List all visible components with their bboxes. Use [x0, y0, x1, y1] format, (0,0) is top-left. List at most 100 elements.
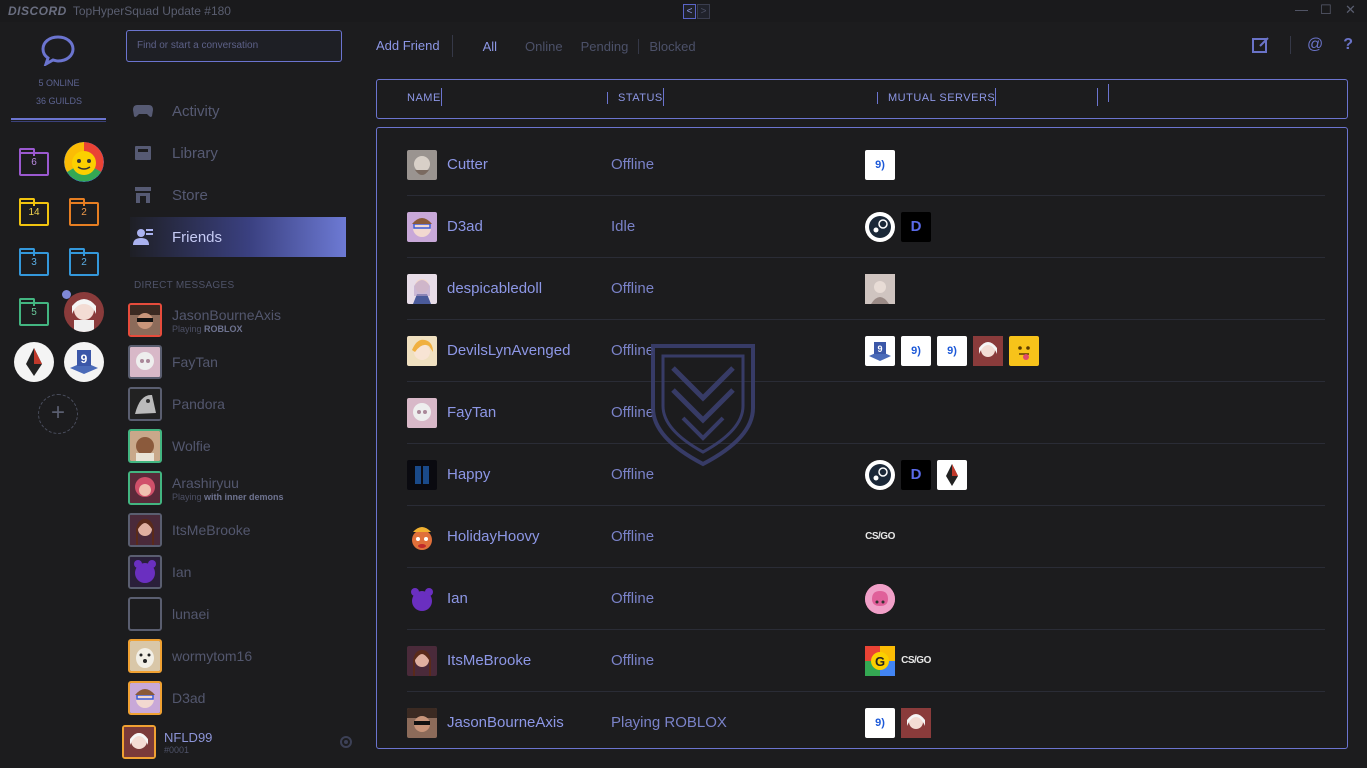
tab-pending[interactable]: Pending	[581, 38, 640, 54]
column-name[interactable]: NAME	[397, 88, 442, 106]
online-count: 5 ONLINE	[38, 78, 80, 88]
friend-row[interactable]: HolidayHoovy Offline CS/GO	[407, 506, 1325, 568]
friend-name: ItsMeBrooke	[447, 652, 532, 669]
dm-item[interactable]: ItsMeBrooke	[128, 510, 348, 550]
mentions-icon[interactable]: @	[1289, 36, 1323, 54]
server-icon-9-alt[interactable]: 9)	[937, 335, 967, 366]
server-icon-9[interactable]: 9)	[865, 149, 895, 180]
add-guild-button[interactable]: +	[38, 394, 78, 434]
dm-item[interactable]: Pandora	[128, 384, 348, 424]
server-icon-9[interactable]: 9)	[865, 707, 895, 738]
avatar[interactable]	[122, 725, 156, 759]
nav-item-friends[interactable]: Friends	[130, 217, 346, 257]
friend-row[interactable]: ItsMeBrooke Offline G CS/GO	[407, 630, 1325, 692]
brain-icon[interactable]	[865, 583, 895, 614]
server-icon-g[interactable]: G	[865, 645, 895, 676]
avatar	[128, 471, 162, 505]
friends-icon	[132, 227, 154, 247]
server-icon-anime[interactable]	[973, 335, 1003, 366]
nav-item-store[interactable]: Store	[130, 175, 346, 215]
friend-name: Cutter	[447, 156, 488, 173]
guild-icon-chrome-face[interactable]	[64, 142, 104, 182]
guild-folder[interactable]: 5	[19, 298, 49, 326]
server-icon-photo[interactable]	[865, 273, 895, 304]
mutual-servers: CS/GO	[865, 521, 895, 552]
friend-row[interactable]: despicabledoll Offline	[407, 258, 1325, 320]
guild-icon-anime[interactable]	[64, 292, 104, 332]
friend-row[interactable]: FayTan Offline	[407, 382, 1325, 444]
search-input[interactable]: Find or start a conversation	[126, 30, 342, 62]
friend-name: DevilsLynAvenged	[447, 342, 571, 359]
window-title: TopHyperSquad Update #180	[72, 4, 231, 18]
gear-icon[interactable]	[338, 734, 354, 750]
friend-status: Idle	[611, 218, 636, 235]
column-divider	[1097, 84, 1109, 106]
friends-toolbar: Add Friend All Online Pending Blocked @ …	[358, 22, 1367, 70]
guild-folder[interactable]: 6	[19, 148, 49, 176]
minimize-icon[interactable]: —	[1295, 2, 1308, 17]
mutual-servers	[865, 583, 895, 614]
steam-icon[interactable]	[865, 459, 895, 490]
csgo-icon[interactable]: CS/GO	[865, 521, 895, 552]
server-icon-9[interactable]: 9)	[901, 335, 931, 366]
column-mutual-servers[interactable]: MUTUAL SERVERS	[877, 88, 997, 106]
chat-bubble-icon[interactable]	[40, 34, 76, 66]
tab-all[interactable]: All	[483, 39, 497, 54]
store-icon	[132, 185, 154, 205]
guild-folder[interactable]: 2	[69, 248, 99, 276]
maximize-icon[interactable]: ☐	[1320, 2, 1332, 18]
friend-row[interactable]: D3ad Idle D	[407, 196, 1325, 258]
server-icon-emoji[interactable]	[1009, 335, 1039, 366]
guild-folder[interactable]: 14	[19, 198, 49, 226]
friend-row[interactable]: DevilsLynAvenged Offline 9 9) 9)	[407, 320, 1325, 382]
close-icon[interactable]: ✕	[1345, 2, 1356, 18]
dm-item[interactable]: JasonBourneAxis Playing ROBLOX	[128, 300, 348, 340]
dm-item[interactable]: Arashiryuu Playing with inner demons	[128, 468, 348, 508]
column-status[interactable]: STATUS	[607, 88, 664, 106]
friend-row[interactable]: Happy Offline D	[407, 444, 1325, 506]
friend-status: Offline	[611, 528, 655, 545]
dm-name: Wolfie	[172, 438, 211, 454]
dm-name: JasonBourneAxis	[172, 306, 281, 323]
friend-row[interactable]: JasonBourneAxis Playing ROBLOX 9)	[407, 692, 1325, 748]
friend-row[interactable]: Cutter Offline 9)	[407, 134, 1325, 196]
friend-row[interactable]: Ian Offline	[407, 568, 1325, 630]
mutual-servers: G CS/GO	[865, 645, 931, 676]
back-button[interactable]: <	[683, 4, 696, 19]
guild-icon-arrow[interactable]	[14, 342, 54, 382]
tab-blocked[interactable]: Blocked	[649, 39, 695, 54]
dm-name: FayTan	[172, 354, 218, 370]
server-icon-arrow[interactable]	[937, 459, 967, 490]
dm-item[interactable]: FayTan	[128, 342, 348, 382]
server-icon-3d[interactable]: 9	[865, 335, 895, 366]
steam-icon[interactable]	[865, 211, 895, 242]
mutual-servers: D	[865, 459, 967, 490]
dm-item[interactable]: lunaei	[128, 594, 348, 634]
guild-icon-3d[interactable]: 9	[64, 342, 104, 382]
csgo-icon[interactable]: CS/GO	[901, 645, 931, 676]
guild-list: 5 ONLINE 36 GUILDS 6 14 2 3 2 5 9 +	[0, 22, 118, 768]
avatar	[407, 397, 437, 428]
server-icon-anime[interactable]	[901, 707, 931, 738]
add-friend-button[interactable]: Add Friend	[376, 35, 453, 57]
new-group-dm-icon[interactable]	[1251, 36, 1270, 54]
guild-folder[interactable]: 2	[69, 198, 99, 226]
friend-status: Offline	[611, 652, 655, 669]
server-icon-d[interactable]: D	[901, 459, 931, 490]
dm-item[interactable]: wormytom16	[128, 636, 348, 676]
guild-folder[interactable]: 3	[19, 248, 49, 276]
dm-item[interactable]: Ian	[128, 552, 348, 592]
server-icon-d[interactable]: D	[901, 211, 931, 242]
help-icon[interactable]: ?	[1343, 36, 1353, 54]
avatar	[128, 387, 162, 421]
tab-online[interactable]: Online	[525, 39, 563, 54]
dm-item[interactable]: D3ad	[128, 678, 348, 718]
nav-item-library[interactable]: Library	[130, 133, 346, 173]
history-nav: < >	[683, 4, 710, 19]
dm-item[interactable]: Wolfie	[128, 426, 348, 466]
avatar	[128, 555, 162, 589]
nav-item-activity[interactable]: Activity	[130, 91, 346, 131]
dm-section-header: DIRECT MESSAGES	[134, 280, 235, 291]
avatar	[128, 597, 162, 631]
forward-button[interactable]: >	[697, 4, 710, 19]
